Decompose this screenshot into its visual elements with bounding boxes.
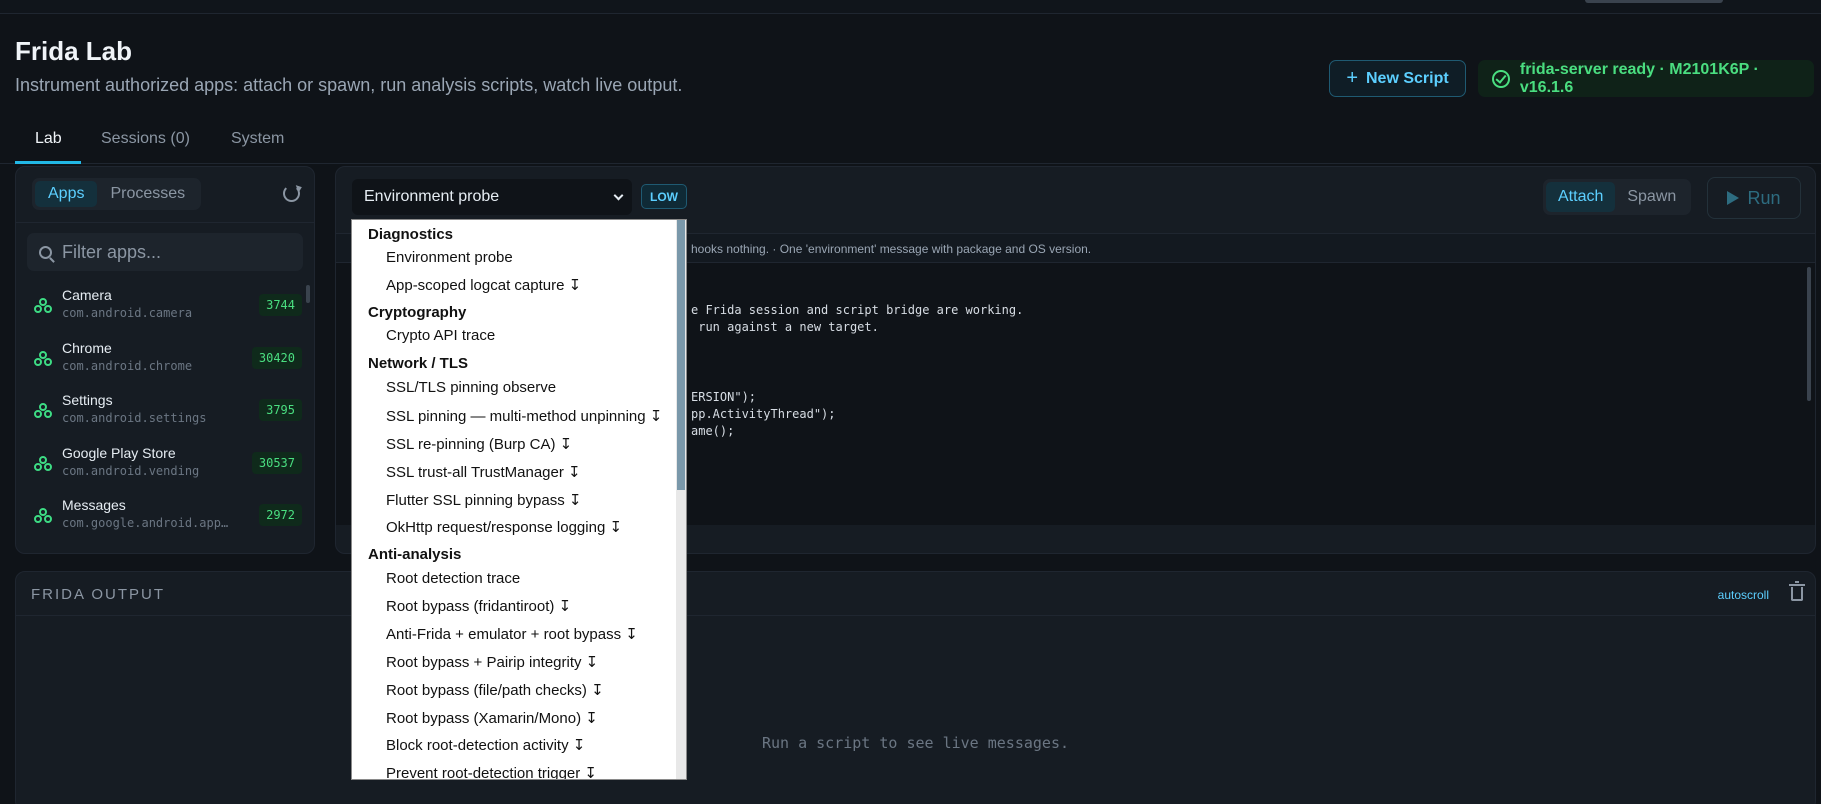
app-package: com.android.chrome [62,358,193,373]
run-mode-toggle: Attach Spawn [1543,179,1692,215]
app-name: Chrome [62,339,112,356]
option-root-bypass-fridantiroot[interactable]: Root bypass (fridantiroot) ↧ [386,597,571,615]
new-script-label: New Script [1366,69,1449,87]
app-package: com.google.android.apps.messaging [62,516,232,530]
mode-apps-button[interactable]: Apps [35,181,98,207]
android-icon [34,350,52,367]
output-empty-message: Run a script to see live messages. [761,734,1070,752]
run-label: Run [1747,187,1781,208]
app-list: Camera com.android.camera 3744 Chrome co… [16,279,308,542]
output-panel: FRIDA OUTPUT autoscroll Run a script to … [15,571,1816,804]
play-icon [1727,191,1740,205]
app-list-scrollbar[interactable] [306,285,310,303]
refresh-icon[interactable] [283,185,300,202]
app-name: Messages [62,497,126,513]
option-root-bypass-pairip[interactable]: Root bypass + Pairip integrity ↧ [386,653,598,671]
pid-badge: 30420 [251,346,302,369]
code-line: run against a new target. [691,320,879,334]
tab-system[interactable]: System [231,130,284,148]
plus-icon: + [1346,67,1358,89]
option-logcat-capture[interactable]: App-scoped logcat capture ↧ [386,276,581,294]
risk-badge: LOW [641,184,687,209]
option-prevent-root-trigger[interactable]: Prevent root-detection trigger ↧ [386,764,597,779]
android-icon [34,455,52,472]
option-root-trace[interactable]: Root detection trace [386,570,520,587]
group-cryptography: Cryptography [368,304,467,321]
app-item-messages[interactable]: Messages com.google.android.apps.messagi… [16,489,308,542]
script-select[interactable]: Environment probe [352,179,632,215]
run-button[interactable]: Run [1707,177,1801,219]
chevron-down-icon [613,190,624,201]
check-circle-icon [1492,69,1510,88]
new-script-button[interactable]: + New Script [1329,60,1466,97]
spawn-button[interactable]: Spawn [1615,182,1688,212]
option-okhttp-logging[interactable]: OkHttp request/response logging ↧ [386,518,622,536]
pid-badge: 30537 [251,451,302,474]
app-item-camera[interactable]: Camera com.android.camera 3744 [16,279,308,332]
pid-badge: 3744 [259,294,302,316]
option-anti-frida-bypass[interactable]: Anti-Frida + emulator + root bypass ↧ [386,625,638,643]
page-subtitle: Instrument authorized apps: attach or sp… [15,75,683,95]
filter-field [27,233,303,271]
server-status-badge: frida-server ready · M2101K6P · v16.1.6 [1478,60,1814,97]
app-package: com.android.camera [62,306,193,320]
option-root-bypass-xamarin[interactable]: Root bypass (Xamarin/Mono) ↧ [386,709,598,727]
group-network-tls: Network / TLS [368,355,469,372]
code-line: ame(); [691,424,735,438]
code-line: pp.ActivityThread"); [691,407,836,421]
code-scrollbar[interactable] [1807,267,1811,401]
app-name: Google Play Store [62,444,176,461]
script-description: hooks nothing. · One 'environment' messa… [691,242,1092,256]
group-anti-analysis: Anti-analysis [368,546,462,563]
top-bar [0,0,1821,14]
android-icon [34,508,52,524]
android-icon [34,298,52,314]
dropdown-scrollbar-thumb[interactable] [677,220,685,490]
group-diagnostics: Diagnostics [368,226,454,243]
android-icon [34,403,52,419]
autoscroll-toggle[interactable]: autoscroll [1718,588,1769,602]
target-mode-toggle: Apps Processes [32,178,202,210]
dropdown-scrollbar-track[interactable] [676,220,686,779]
search-icon [39,245,52,259]
option-ssl-unpinning[interactable]: SSL pinning — multi-method unpinning ↧ [386,407,662,425]
app-package: com.android.vending [62,463,200,478]
app-name: Camera [62,287,112,303]
app-name: Settings [62,392,113,408]
option-environment-probe[interactable]: Environment probe [386,249,513,266]
mode-processes-button[interactable]: Processes [97,181,198,207]
output-header: FRIDA OUTPUT autoscroll [16,572,1815,616]
main-tabs: Lab Sessions (0) System [0,120,1821,164]
code-line: ERSION"); [691,390,757,404]
trash-icon[interactable] [1789,581,1805,601]
app-package: com.android.settings [62,411,207,425]
pid-badge: 3795 [259,399,302,421]
pid-badge: 2972 [259,504,302,526]
tab-lab[interactable]: Lab [35,130,62,148]
app-item-settings[interactable]: Settings com.android.settings 3795 [16,384,308,437]
option-ssl-observe[interactable]: SSL/TLS pinning observe [386,379,556,396]
divider [16,222,314,223]
attach-button[interactable]: Attach [1546,182,1616,212]
code-line: e Frida session and script bridge are wo… [691,303,1024,317]
option-ssl-trust-all[interactable]: SSL trust-all TrustManager ↧ [386,463,581,481]
top-bar-pill [1585,0,1723,3]
page-title: Frida Lab [15,36,133,66]
filter-apps-input[interactable] [62,241,282,263]
script-dropdown-list[interactable]: Diagnostics Environment probe App-scoped… [351,219,687,780]
option-ssl-repinning[interactable]: SSL re-pinning (Burp CA) ↧ [386,435,572,453]
option-flutter-ssl[interactable]: Flutter SSL pinning bypass ↧ [386,491,581,509]
option-block-root-activity[interactable]: Block root-detection activity ↧ [386,736,585,754]
tab-sessions[interactable]: Sessions (0) [101,130,190,148]
active-tab-indicator [15,161,81,164]
selected-script: Environment probe [364,188,500,205]
server-status-text: frida-server ready · M2101K6P · v16.1.6 [1519,60,1759,96]
app-item-play-store[interactable]: Google Play Store com.android.vending 30… [16,437,308,490]
target-panel: Apps Processes Camera com.android.camera… [15,166,315,554]
app-item-chrome[interactable]: Chrome com.android.chrome 30420 [16,332,308,385]
option-crypto-trace[interactable]: Crypto API trace [386,327,495,344]
output-title: FRIDA OUTPUT [31,586,166,603]
option-root-bypass-file[interactable]: Root bypass (file/path checks) ↧ [386,681,604,699]
